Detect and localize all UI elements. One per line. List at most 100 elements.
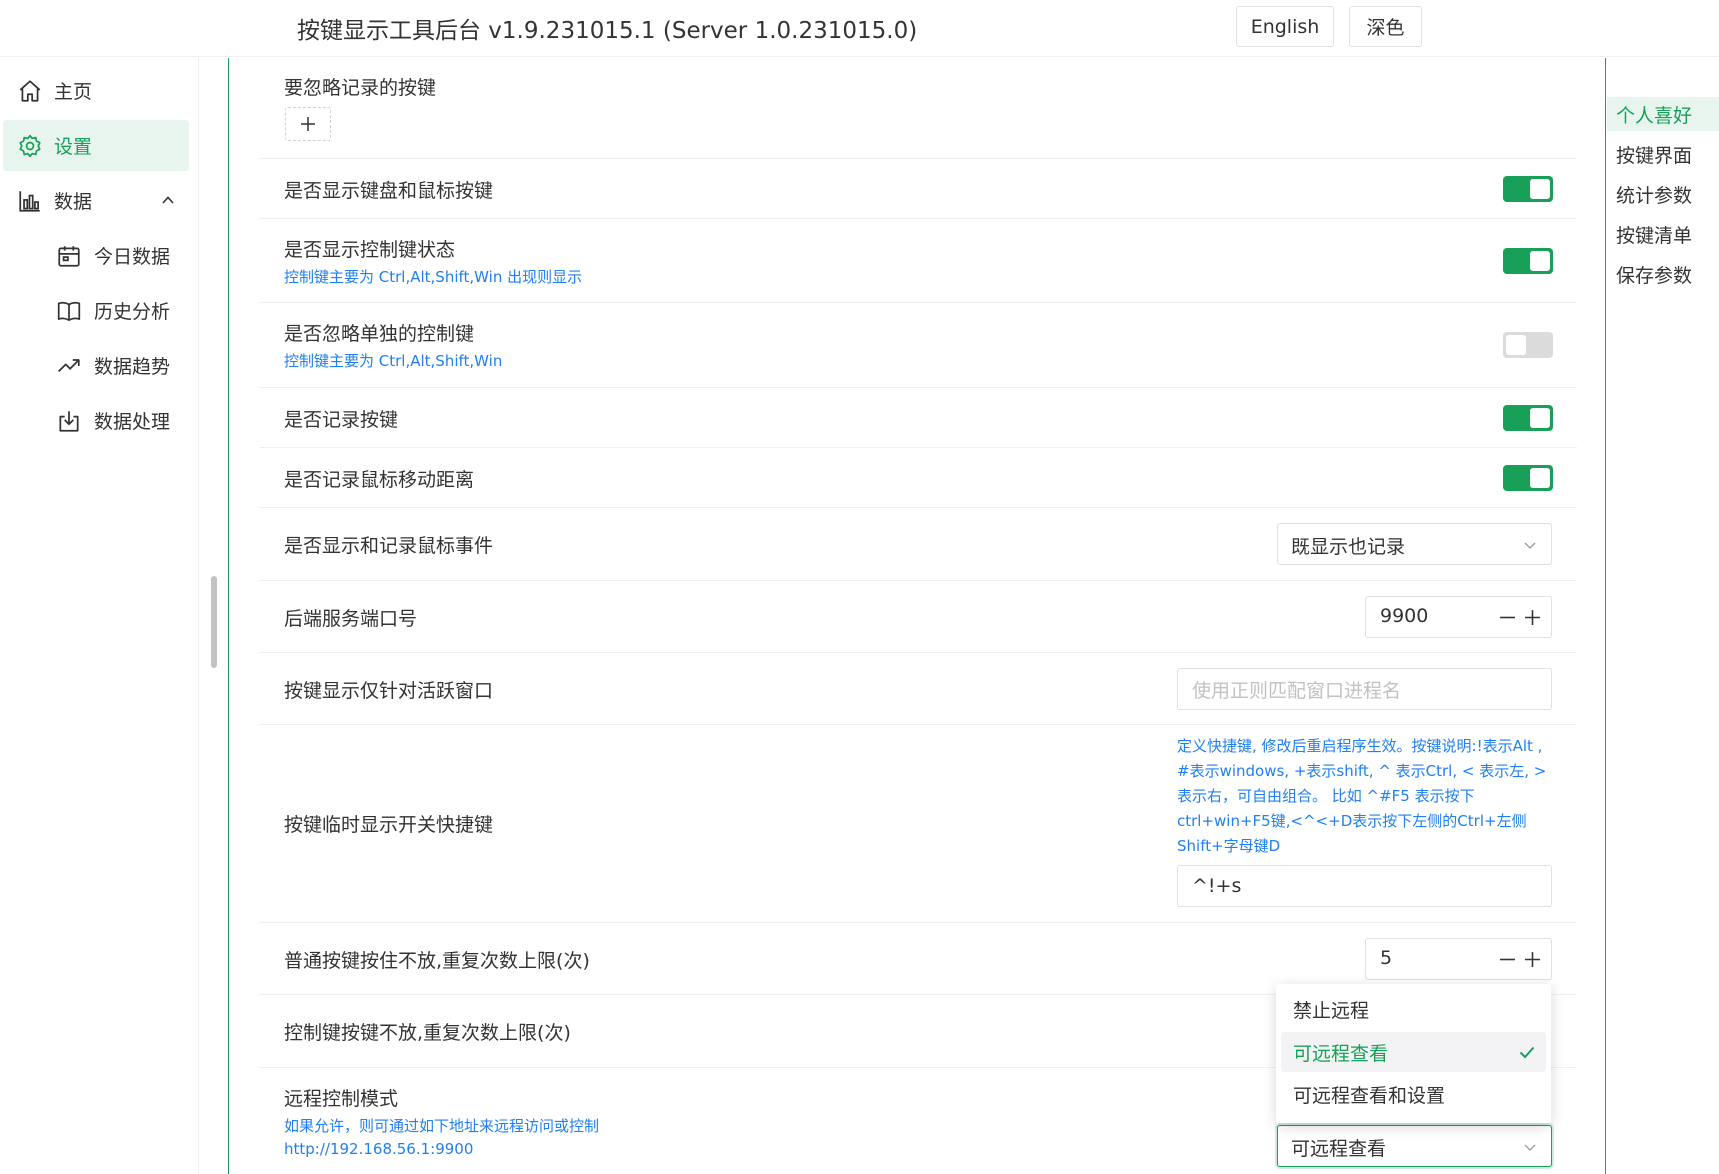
anchor-label: 按键清单 bbox=[1616, 225, 1693, 247]
hotkey-desc-line: 定义快捷键, 修改后重启程序生效。按键说明:!表示Alt , bbox=[1177, 737, 1543, 755]
setting-row-show-kbd-mouse: 是否显示键盘和鼠标按键 bbox=[259, 159, 1577, 219]
setting-label: 按键临时显示开关快捷键 bbox=[284, 814, 494, 836]
dropdown-option-selected[interactable]: 可远程查看 bbox=[1281, 1032, 1546, 1072]
add-ignore-key-button[interactable] bbox=[285, 107, 331, 141]
minus-icon[interactable] bbox=[1499, 951, 1516, 968]
download-icon bbox=[56, 408, 82, 434]
setting-row-server-port: 后端服务端口号 9900 bbox=[259, 581, 1577, 653]
plus-icon[interactable] bbox=[1524, 951, 1541, 968]
anchor-item-preferences[interactable]: 个人喜好 bbox=[1607, 97, 1719, 131]
hotkey-desc-line: #表示windows, +表示shift, ^ 表示Ctrl, < 表示左, > bbox=[1177, 762, 1547, 780]
sidebar: 主页 设置 数据 今日数据 历史分析 数据趋势 数据处理 bbox=[0, 58, 199, 1174]
setting-label: 是否记录按键 bbox=[284, 409, 399, 431]
anchor-item-save-params[interactable]: 保存参数 bbox=[1607, 257, 1719, 291]
setting-row-ignore-keys: 要忽略记录的按键 bbox=[259, 58, 1577, 159]
mouse-events-select[interactable]: 既显示也记录 bbox=[1277, 523, 1552, 565]
setting-row-hotkey: 按键临时显示开关快捷键 定义快捷键, 修改后重启程序生效。按键说明:!表示Alt… bbox=[259, 725, 1577, 923]
bar-chart-icon bbox=[17, 188, 43, 214]
chevron-up-icon[interactable] bbox=[160, 192, 176, 208]
sidebar-item-label: 数据 bbox=[54, 191, 93, 213]
ignore-single-ctrl-switch[interactable] bbox=[1503, 332, 1553, 358]
setting-hint: 控制键主要为 Ctrl,Alt,Shift,Win bbox=[284, 352, 503, 370]
setting-row-record-mouse-dist: 是否记录鼠标移动距离 bbox=[259, 448, 1577, 508]
anchor-label: 按键界面 bbox=[1616, 145, 1693, 167]
input-value: 5 bbox=[1380, 947, 1393, 969]
plus-icon bbox=[301, 117, 315, 131]
option-label: 可远程查看 bbox=[1293, 1043, 1389, 1065]
setting-label: 后端服务端口号 bbox=[284, 608, 418, 630]
app-title: 按键显示工具后台 v1.9.231015.1 (Server 1.0.23101… bbox=[297, 18, 918, 44]
hotkey-input[interactable]: ^!+s bbox=[1177, 865, 1552, 907]
sidebar-item-label: 设置 bbox=[54, 136, 93, 158]
input-value: 9900 bbox=[1380, 605, 1429, 627]
sidebar-item-home[interactable]: 主页 bbox=[3, 65, 189, 116]
setting-row-show-ctrl-state: 是否显示控制键状态 控制键主要为 Ctrl,Alt,Shift,Win 出现则显… bbox=[259, 219, 1577, 303]
option-label: 禁止远程 bbox=[1293, 1000, 1370, 1022]
setting-label: 控制键按键不放,重复次数上限(次) bbox=[284, 1022, 571, 1044]
remote-url-link[interactable]: http://192.168.56.1:9900 bbox=[284, 1140, 473, 1158]
setting-row-mouse-events: 是否显示和记录鼠标事件 既显示也记录 bbox=[259, 508, 1577, 581]
check-icon bbox=[1518, 1043, 1536, 1061]
setting-label: 按键显示仅针对活跃窗口 bbox=[284, 680, 494, 702]
hotkey-description: 定义快捷键, 修改后重启程序生效。按键说明:!表示Alt , #表示window… bbox=[1177, 734, 1562, 859]
option-label: 可远程查看和设置 bbox=[1293, 1085, 1446, 1107]
server-port-input[interactable]: 9900 bbox=[1365, 596, 1552, 638]
plus-icon[interactable] bbox=[1524, 609, 1541, 626]
chevron-down-icon bbox=[1523, 538, 1537, 552]
select-value: 既显示也记录 bbox=[1291, 536, 1406, 558]
setting-row-record-keys: 是否记录按键 bbox=[259, 388, 1577, 448]
hotkey-desc-line: Shift+字母键D bbox=[1177, 837, 1281, 855]
setting-label: 是否显示和记录鼠标事件 bbox=[284, 535, 494, 557]
anchor-label: 统计参数 bbox=[1616, 185, 1693, 207]
anchor-item-key-list[interactable]: 按键清单 bbox=[1607, 217, 1719, 251]
gear-icon bbox=[17, 133, 43, 159]
anchor-label: 个人喜好 bbox=[1616, 105, 1693, 127]
chevron-down-icon bbox=[1523, 1140, 1537, 1154]
setting-label: 远程控制模式 bbox=[284, 1088, 399, 1110]
active-window-input[interactable]: 使用正则匹配窗口进程名 bbox=[1177, 668, 1552, 710]
show-ctrl-state-switch[interactable] bbox=[1503, 248, 1553, 274]
theme-toggle-button[interactable]: 深色 bbox=[1349, 6, 1422, 47]
setting-row-ignore-single-ctrl: 是否忽略单独的控制键 控制键主要为 Ctrl,Alt,Shift,Win bbox=[259, 303, 1577, 388]
sidebar-item-label: 数据趋势 bbox=[94, 356, 171, 378]
anchor-item-stats-params[interactable]: 统计参数 bbox=[1607, 177, 1719, 211]
hotkey-desc-line: 表示右，可自由组合。 比如 ^#F5 表示按下 bbox=[1177, 787, 1475, 805]
record-keys-switch[interactable] bbox=[1503, 405, 1553, 431]
record-mouse-dist-switch[interactable] bbox=[1503, 465, 1553, 491]
top-header: 按键显示工具后台 v1.9.231015.1 (Server 1.0.23101… bbox=[0, 0, 1719, 57]
sidebar-item-settings[interactable]: 设置 bbox=[3, 120, 189, 171]
hotkey-desc-line: ctrl+win+F5键,<^<+D表示按下左侧的Ctrl+左侧 bbox=[1177, 812, 1527, 830]
setting-label: 是否记录鼠标移动距离 bbox=[284, 469, 475, 491]
sidebar-item-data-trend[interactable]: 数据趋势 bbox=[3, 340, 189, 391]
content-scrollbar[interactable] bbox=[211, 576, 217, 668]
setting-label: 普通按键按住不放,重复次数上限(次) bbox=[284, 950, 590, 972]
language-button[interactable]: English bbox=[1236, 6, 1334, 47]
minus-icon[interactable] bbox=[1499, 609, 1516, 626]
setting-hint: 控制键主要为 Ctrl,Alt,Shift,Win 出现则显示 bbox=[284, 268, 583, 286]
setting-label: 是否显示控制键状态 bbox=[284, 239, 456, 261]
sidebar-item-label: 数据处理 bbox=[94, 411, 171, 433]
select-value: 可远程查看 bbox=[1291, 1138, 1387, 1160]
anchor-label: 保存参数 bbox=[1616, 265, 1693, 287]
sidebar-item-label: 主页 bbox=[54, 81, 93, 103]
remote-mode-select[interactable]: 可远程查看 bbox=[1277, 1125, 1552, 1167]
dropdown-option[interactable]: 可远程查看和设置 bbox=[1281, 1074, 1546, 1114]
anchor-item-key-ui[interactable]: 按键界面 bbox=[1607, 137, 1719, 171]
sidebar-item-today-data[interactable]: 今日数据 bbox=[3, 230, 189, 281]
home-icon bbox=[17, 78, 43, 104]
setting-label: 是否忽略单独的控制键 bbox=[284, 323, 475, 345]
setting-label: 是否显示键盘和鼠标按键 bbox=[284, 180, 494, 202]
sidebar-item-data-processing[interactable]: 数据处理 bbox=[3, 395, 189, 446]
show-kbd-mouse-switch[interactable] bbox=[1503, 176, 1553, 202]
setting-label: 要忽略记录的按键 bbox=[284, 77, 437, 99]
setting-hint-warning: 如果允许，则可通过如下地址来远程访问或控制 bbox=[284, 1117, 600, 1135]
section-anchor-nav: 个人喜好 按键界面 统计参数 按键清单 保存参数 bbox=[1607, 58, 1719, 1174]
setting-row-active-window: 按键显示仅针对活跃窗口 使用正则匹配窗口进程名 bbox=[259, 653, 1577, 725]
calendar-icon bbox=[56, 243, 82, 269]
sidebar-item-history-analysis[interactable]: 历史分析 bbox=[3, 285, 189, 336]
sidebar-item-data[interactable]: 数据 bbox=[3, 175, 189, 226]
dropdown-option[interactable]: 禁止远程 bbox=[1281, 989, 1546, 1029]
repeat-normal-input[interactable]: 5 bbox=[1365, 938, 1552, 980]
remote-mode-dropdown: 禁止远程 可远程查看 可远程查看和设置 bbox=[1276, 984, 1551, 1123]
sidebar-item-label: 今日数据 bbox=[94, 246, 171, 268]
